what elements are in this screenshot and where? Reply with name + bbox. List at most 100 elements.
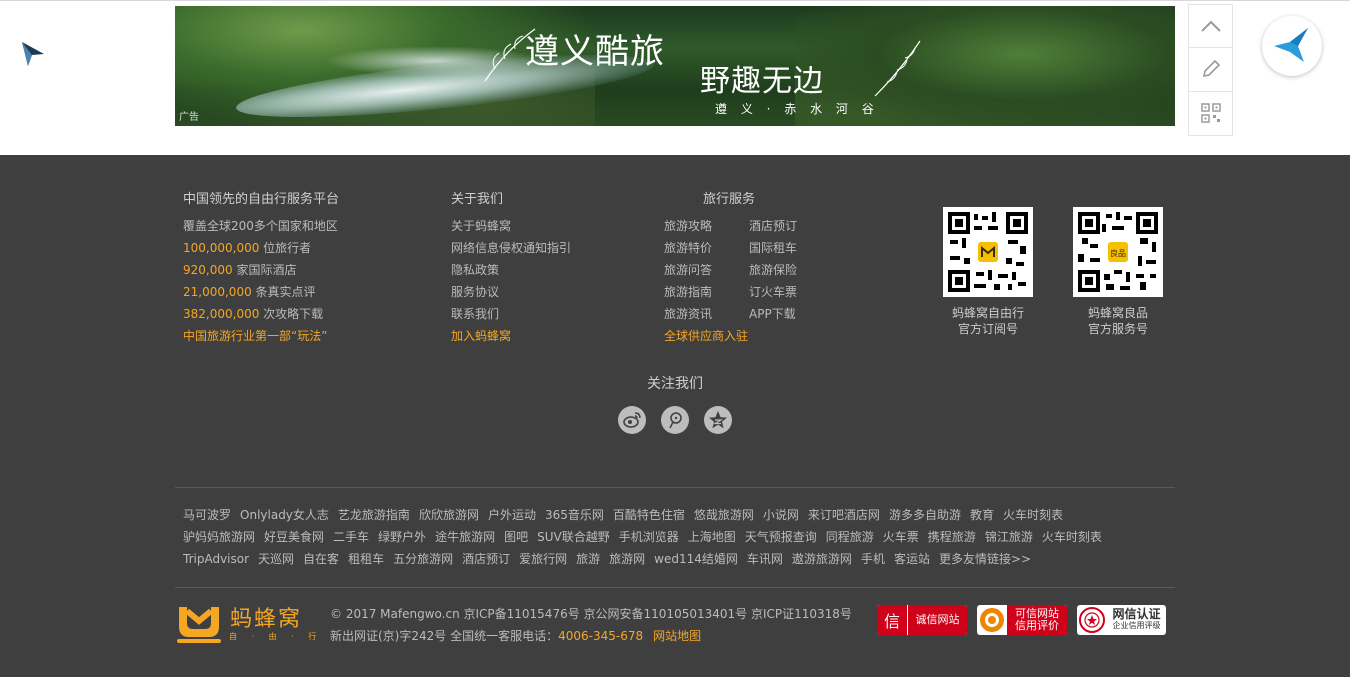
follow-us-title: 关注我们: [647, 376, 703, 392]
logo-subtitle: 自 · 由 · 行: [229, 632, 323, 641]
trusted-site-icon: [980, 608, 1004, 632]
friend-link[interactable]: 五分旅游网: [393, 552, 453, 566]
friend-link[interactable]: TripAdvisor: [183, 552, 249, 566]
stat-value: 100,000,000: [183, 241, 260, 255]
credit-badge-certified[interactable]: 网信认证 企业信用评级: [1077, 605, 1166, 635]
friend-link[interactable]: 驴妈妈旅游网: [183, 530, 255, 544]
qrcode-icon: [1200, 103, 1221, 123]
friend-link[interactable]: 图吧: [504, 530, 528, 544]
friend-link[interactable]: Onlylady女人志: [240, 508, 329, 522]
friend-link[interactable]: 旅游: [576, 552, 600, 566]
stat-value: 21,000,000: [183, 285, 252, 299]
friend-link[interactable]: 客运站: [894, 552, 930, 566]
logo-name: 蚂蜂窝: [230, 607, 303, 632]
friend-link[interactable]: 手机: [861, 552, 885, 566]
friend-link[interactable]: 绿野户外: [378, 530, 426, 544]
qrcode-caption-line: 官方服务号: [1087, 322, 1148, 336]
friend-links-row-2: 驴妈妈旅游网 好豆美食网 二手车 绿野户外 途牛旅游网 图吧 SUV联合越野 手机浏览器 上海地…: [183, 526, 1173, 548]
service-link[interactable]: 旅游资讯: [664, 303, 749, 325]
banner-title-line1: 遵义酷旅: [525, 32, 665, 72]
wechat-icon: [669, 412, 682, 429]
friend-link[interactable]: 好豆美食网: [264, 530, 324, 544]
credit-badge-integrity[interactable]: 信 诚信网站: [877, 605, 967, 635]
friend-link[interactable]: 旅游网: [609, 552, 645, 566]
about-us-link[interactable]: 网络信息侵权通知指引: [451, 237, 571, 259]
license-text: 新出网证(京)字242号 全国统一客服电话：: [330, 629, 559, 643]
friend-link[interactable]: 途牛旅游网: [435, 530, 495, 544]
qzone-button[interactable]: [704, 406, 732, 434]
service-link[interactable]: 旅游问答: [664, 259, 749, 281]
credit-badge-trusted[interactable]: 可信网站 信用评价: [977, 605, 1067, 635]
friend-link[interactable]: 自在客: [303, 552, 339, 566]
friend-link[interactable]: 遨游旅游网: [792, 552, 852, 566]
service-link[interactable]: 旅游指南: [664, 281, 749, 303]
stat-label: 位旅行者: [259, 241, 312, 255]
cursor-icon: [22, 42, 44, 66]
ad-banner[interactable]: 遵义酷旅 野趣无边 遵 义 · 赤 水 河 谷 广告: [175, 6, 1175, 126]
friend-links-row-3: TripAdvisor 天巡网 自在客 租租车 五分旅游网 酒店预订 爱旅行网 旅游 旅游网 we…: [183, 548, 1173, 570]
friend-link[interactable]: 车讯网: [747, 552, 783, 566]
friend-link[interactable]: 马可波罗: [183, 508, 231, 522]
qrcode-button[interactable]: [1189, 92, 1232, 135]
about-us-link[interactable]: 服务协议: [451, 281, 571, 303]
friend-link[interactable]: 火车时刻表: [1042, 530, 1102, 544]
friend-link[interactable]: SUV联合越野: [537, 530, 610, 544]
service-link[interactable]: 旅游保险: [749, 259, 809, 281]
sitemap-link[interactable]: 网站地图: [653, 629, 701, 643]
stat-label: 家国际酒店: [232, 263, 297, 277]
friend-link[interactable]: 同程旅游: [826, 530, 874, 544]
about-us-link[interactable]: 关于蚂蜂窝: [451, 215, 571, 237]
friend-link[interactable]: 艺龙旅游指南: [338, 508, 410, 522]
friend-link[interactable]: 携程旅游: [928, 530, 976, 544]
banner-title-line2: 野趣无边: [700, 64, 824, 99]
qrcode-icon: 良品: [1078, 212, 1158, 292]
qrcode-subscription: [943, 207, 1033, 297]
friend-link[interactable]: 来订吧酒店网: [808, 508, 880, 522]
friend-link[interactable]: 悠哉旅游网: [694, 508, 754, 522]
slogan-link[interactable]: 中国旅游行业第一部“玩法”: [183, 325, 338, 347]
friend-link[interactable]: 上海地图: [688, 530, 736, 544]
feedback-button[interactable]: [1189, 48, 1232, 92]
friend-link[interactable]: 365音乐网: [545, 508, 604, 522]
friend-link[interactable]: 二手车: [333, 530, 369, 544]
service-link[interactable]: 旅游攻略: [664, 215, 749, 237]
service-link[interactable]: 旅游特价: [664, 237, 749, 259]
qrcode-service: 良品: [1073, 207, 1163, 297]
service-link[interactable]: 酒店预订: [749, 215, 809, 237]
friend-link[interactable]: 火车票: [883, 530, 919, 544]
friend-link[interactable]: wed114结婚网: [654, 552, 738, 566]
supplier-link[interactable]: 全球供应商入驻: [664, 325, 809, 347]
friend-link[interactable]: 酒店预订: [462, 552, 510, 566]
svg-text:良品: 良品: [1110, 248, 1126, 258]
friend-link[interactable]: 手机浏览器: [619, 530, 679, 544]
friend-link[interactable]: 租租车: [348, 552, 384, 566]
friend-link[interactable]: 天气预报查询: [745, 530, 817, 544]
friend-link[interactable]: 户外运动: [488, 508, 536, 522]
service-link[interactable]: 订火车票: [749, 281, 809, 303]
friend-link[interactable]: 天巡网: [258, 552, 294, 566]
friend-link[interactable]: 教育: [970, 508, 994, 522]
weibo-button[interactable]: [618, 406, 646, 434]
badge-text-line: 网信认证: [1112, 607, 1161, 621]
mafengwo-bird-button[interactable]: [1262, 16, 1322, 76]
friend-link[interactable]: 爱旅行网: [519, 552, 567, 566]
more-links[interactable]: 更多友情链接>>: [939, 552, 1031, 566]
friend-link[interactable]: 锦江旅游: [985, 530, 1033, 544]
about-us-link[interactable]: 联系我们: [451, 303, 571, 325]
join-us-link[interactable]: 加入蚂蜂窝: [451, 325, 571, 347]
qrcode-caption-line: 蚂蜂窝良品: [1087, 306, 1148, 320]
edit-icon: [1202, 60, 1220, 78]
scroll-top-button[interactable]: [1189, 5, 1232, 49]
mafengwo-logo-icon[interactable]: [175, 601, 223, 645]
about-us-link[interactable]: 隐私政策: [451, 259, 571, 281]
divider: [175, 487, 1175, 488]
friend-link[interactable]: 游多多自助游: [889, 508, 961, 522]
service-link[interactable]: APP下载: [749, 303, 809, 325]
friend-links: 马可波罗 Onlylady女人志 艺龙旅游指南 欣欣旅游网 户外运动 365音乐网 百酷特色…: [183, 504, 1173, 570]
service-link[interactable]: 国际租车: [749, 237, 809, 259]
friend-link[interactable]: 小说网: [763, 508, 799, 522]
friend-link[interactable]: 百酷特色住宿: [613, 508, 685, 522]
wechat-button[interactable]: [661, 406, 689, 434]
friend-link[interactable]: 火车时刻表: [1003, 508, 1063, 522]
friend-link[interactable]: 欣欣旅游网: [419, 508, 479, 522]
